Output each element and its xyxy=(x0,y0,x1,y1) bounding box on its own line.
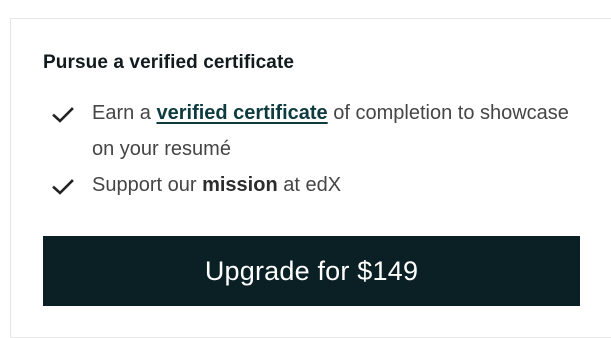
benefits-list: Earn a verified certificate of completio… xyxy=(52,95,572,203)
mission-emphasis: mission xyxy=(202,174,278,196)
benefit-item-mission: Support our mission at edX xyxy=(52,167,572,203)
benefit-text: Support our xyxy=(92,174,203,196)
upgrade-button[interactable]: Upgrade for $149 xyxy=(43,236,580,306)
card-title: Pursue a verified certificate xyxy=(43,52,295,73)
benefit-item-certificate: Earn a verified certificate of completio… xyxy=(52,95,572,167)
checkmark-icon xyxy=(52,179,74,195)
verified-certificate-link[interactable]: verified certificate xyxy=(156,102,327,124)
checkmark-icon xyxy=(52,107,74,123)
benefit-text: Earn a xyxy=(92,102,157,124)
benefit-text: at edX xyxy=(277,174,342,196)
